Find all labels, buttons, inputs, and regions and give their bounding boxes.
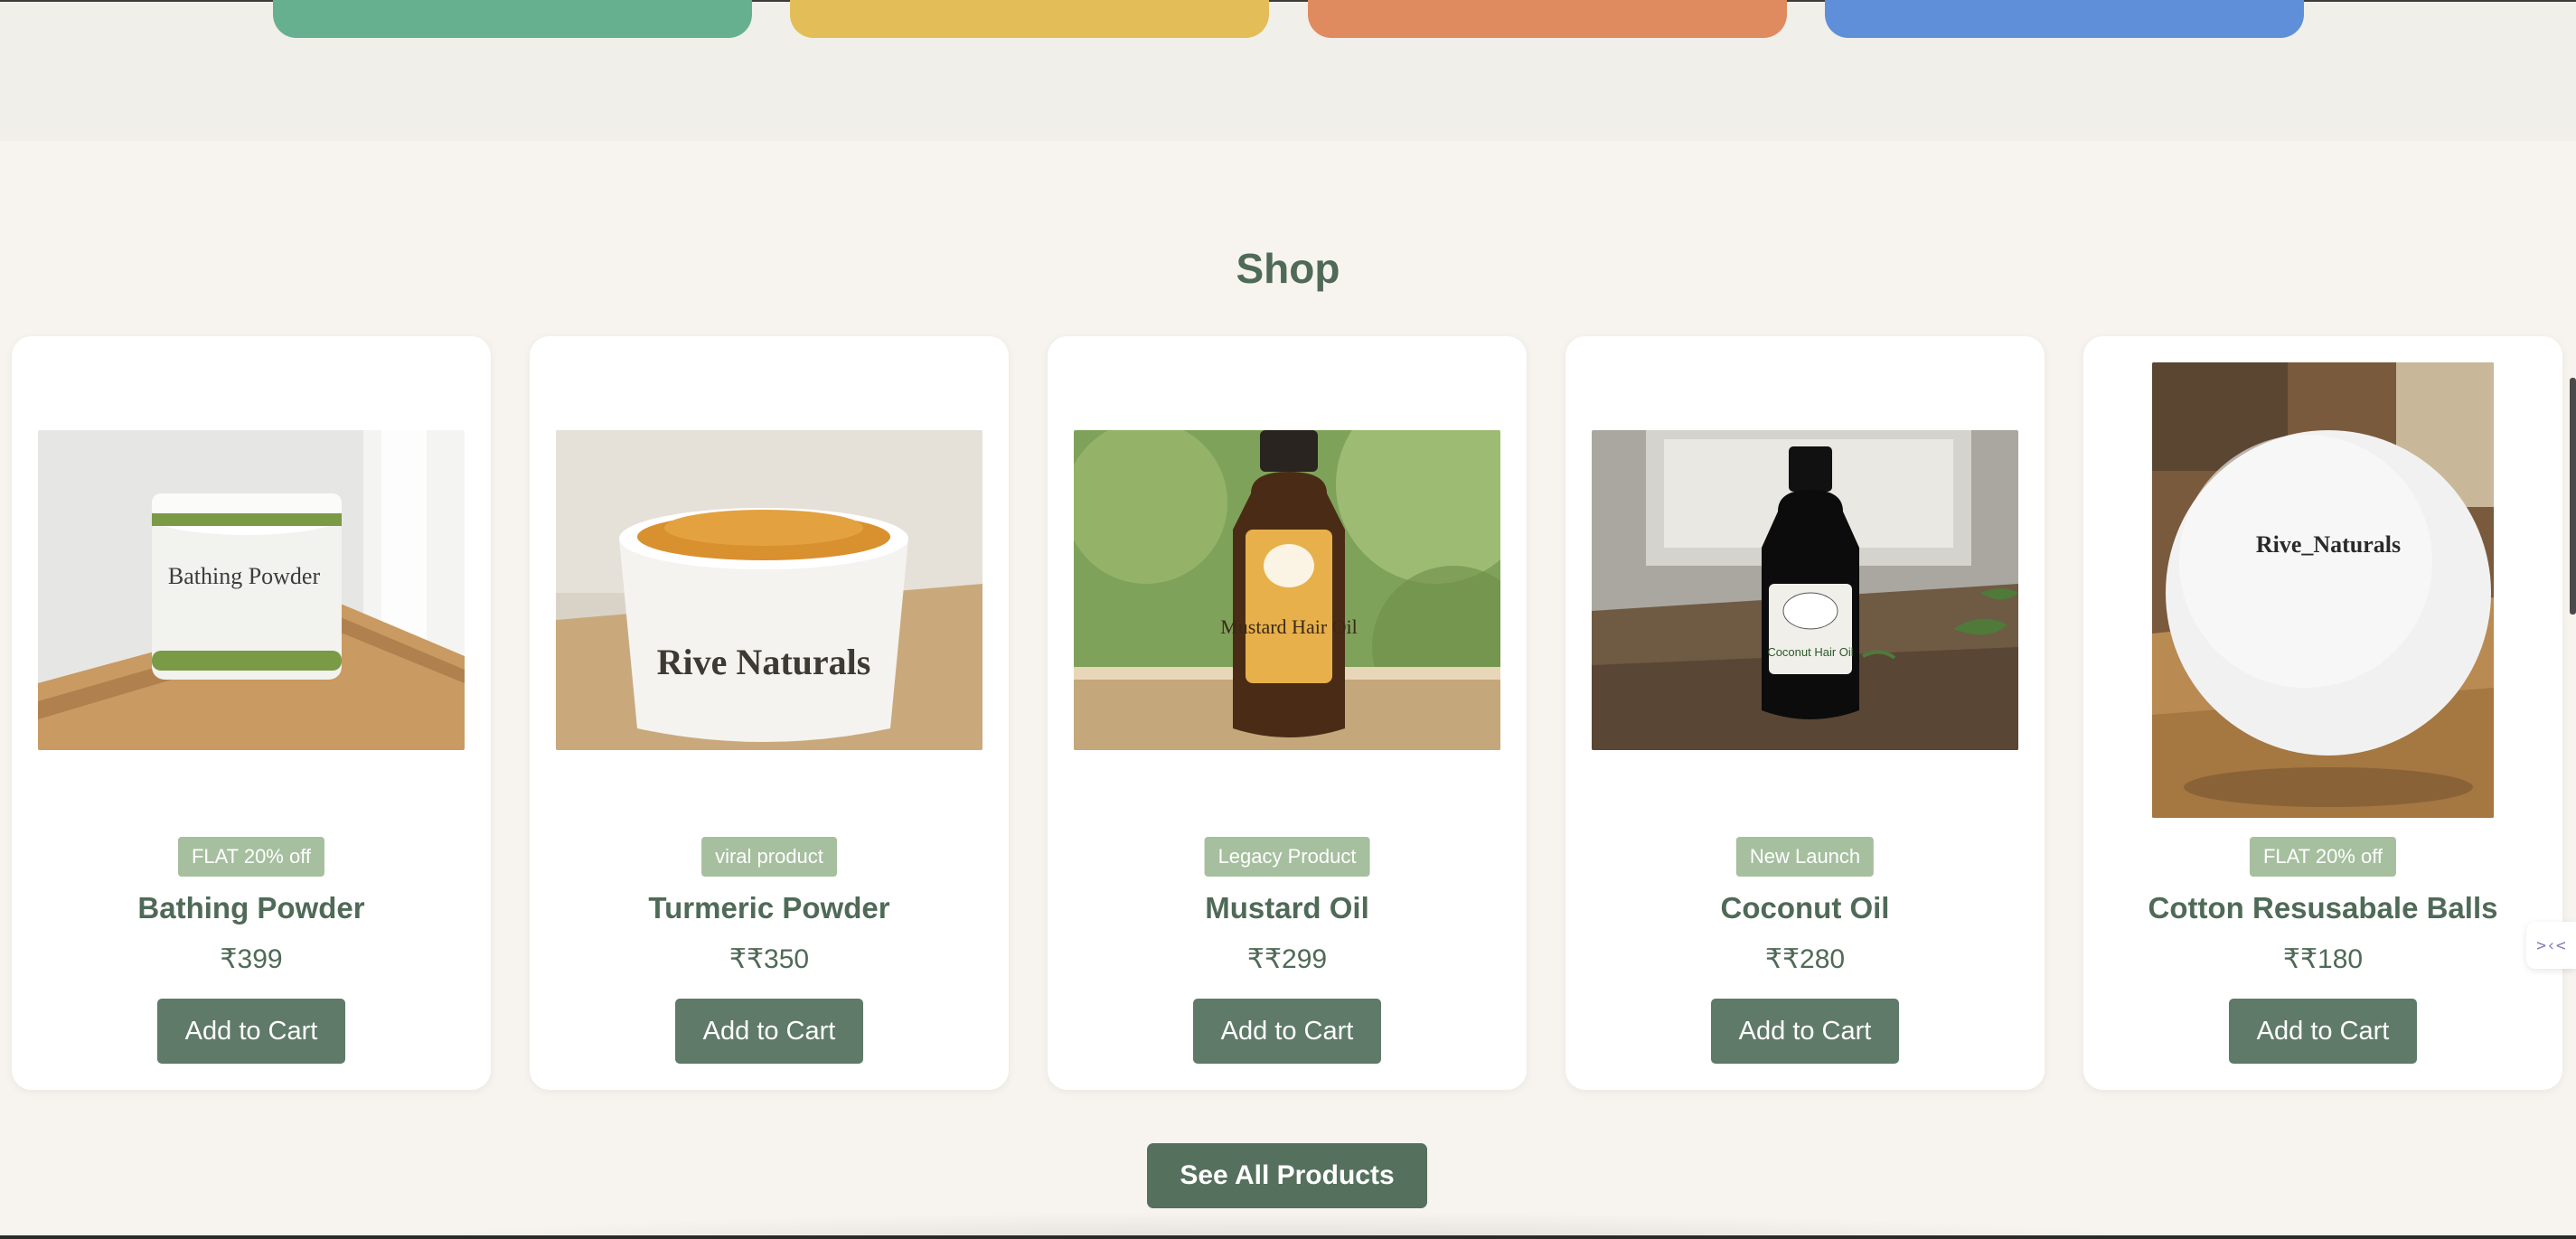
category-card-blue[interactable] bbox=[1825, 0, 2304, 38]
add-to-cart-button[interactable]: Add to Cart bbox=[2229, 999, 2417, 1064]
product-price: ₹399 bbox=[220, 944, 283, 974]
turmeric-powder-jar-image[interactable]: Rive Naturals bbox=[556, 430, 982, 750]
category-card-green[interactable] bbox=[273, 0, 752, 38]
product-badge: New Launch bbox=[1735, 837, 1875, 877]
add-to-cart-button[interactable]: Add to Cart bbox=[157, 999, 345, 1064]
product-price: ₹₹180 bbox=[2282, 944, 2364, 974]
product-badge: FLAT 20% off bbox=[177, 837, 325, 877]
side-widget-button[interactable]: >‹< bbox=[2526, 922, 2576, 969]
product-card[interactable]: Rive Naturals viral product Turmeric Pow… bbox=[530, 336, 1009, 1090]
see-all-products-button[interactable]: See All Products bbox=[1147, 1143, 1427, 1208]
image-label: Rive_Naturals bbox=[2256, 531, 2401, 558]
product-name[interactable]: Cotton Resusabale Balls bbox=[2083, 891, 2562, 925]
add-to-cart-button[interactable]: Add to Cart bbox=[675, 999, 863, 1064]
code-toggle-icon: >‹< bbox=[2536, 935, 2566, 955]
product-name[interactable]: Bathing Powder bbox=[12, 891, 491, 925]
product-card[interactable]: Rive_Naturals FLAT 20% off Cotton Resusa… bbox=[2083, 336, 2562, 1090]
product-price: ₹₹299 bbox=[1246, 944, 1328, 974]
product-price: ₹₹280 bbox=[1764, 944, 1846, 974]
product-price: ₹₹350 bbox=[729, 944, 810, 974]
mustard-oil-bottle-image[interactable]: Mustard Hair Oil bbox=[1074, 430, 1500, 750]
product-name[interactable]: Coconut Oil bbox=[1565, 891, 2045, 925]
product-badge: FLAT 20% off bbox=[2249, 837, 2397, 877]
image-label: Mustard Hair Oil bbox=[1220, 615, 1358, 638]
image-label: Rive Naturals bbox=[657, 642, 871, 682]
product-card[interactable]: Coconut Hair Oil New Launch Coconut Oil … bbox=[1565, 336, 2045, 1090]
add-to-cart-button[interactable]: Add to Cart bbox=[1711, 999, 1899, 1064]
product-badge: Legacy Product bbox=[1204, 837, 1370, 877]
category-band bbox=[0, 0, 2576, 141]
product-name[interactable]: Mustard Oil bbox=[1048, 891, 1527, 925]
coconut-oil-bottle-image[interactable]: Coconut Hair Oil bbox=[1592, 430, 2018, 750]
image-label: Coconut Hair Oil bbox=[1767, 645, 1853, 659]
product-badge: viral product bbox=[701, 837, 837, 877]
product-card[interactable]: Mustard Hair Oil Legacy Product Mustard … bbox=[1048, 336, 1527, 1090]
product-card[interactable]: Bathing Powder FLAT 20% off Bathing Powd… bbox=[12, 336, 491, 1090]
bathing-powder-jar-image[interactable]: Bathing Powder bbox=[38, 430, 465, 750]
shop-title: Shop bbox=[1236, 245, 1340, 292]
window-bottom-border bbox=[0, 1235, 2576, 1239]
category-card-yellow[interactable] bbox=[790, 0, 1269, 38]
product-name[interactable]: Turmeric Powder bbox=[530, 891, 1009, 925]
category-card-orange[interactable] bbox=[1308, 0, 1787, 38]
add-to-cart-button[interactable]: Add to Cart bbox=[1193, 999, 1381, 1064]
image-label: Bathing Powder bbox=[168, 563, 321, 589]
scrollbar-thumb[interactable] bbox=[2570, 378, 2576, 615]
cotton-ball-image[interactable]: Rive_Naturals bbox=[2152, 362, 2494, 818]
